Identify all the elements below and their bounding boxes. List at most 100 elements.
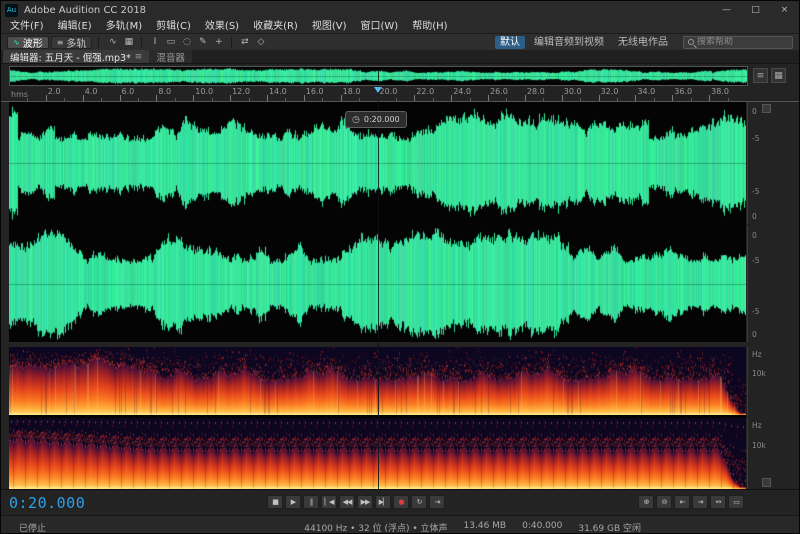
pause-button[interactable]: ‖ [303, 495, 319, 509]
show-waveform-icon[interactable]: ∿ [105, 36, 120, 49]
ruler-label: 24.0 [453, 87, 471, 96]
workspace-radio[interactable]: 无线电作品 [613, 36, 673, 49]
playhead-hud[interactable]: ◷ 0:20.000 [345, 111, 407, 128]
zoom-out-button[interactable]: ⊖ [656, 495, 672, 509]
ruler-label: 18.0 [342, 87, 361, 96]
zoom-in-button[interactable]: ⊕ [638, 495, 654, 509]
minor-tick [101, 98, 103, 101]
waveform-view-label: 波形 [22, 38, 43, 50]
ruler-label: 20.0 [379, 87, 398, 96]
minimize-button[interactable]: — [712, 1, 741, 19]
slip-tool[interactable]: ⇄ [237, 36, 252, 49]
minor-tick [211, 98, 213, 101]
minor-tick [359, 98, 361, 101]
razor-tool[interactable]: ◇ [253, 36, 268, 49]
amplitude-label: 0 [752, 230, 757, 240]
hud-time: 0:20.000 [363, 115, 400, 124]
workspace-edit-audio-to-video[interactable]: 编辑音频到视频 [529, 36, 609, 49]
minor-tick [64, 98, 66, 101]
search-input[interactable] [697, 37, 788, 47]
loop-playback-button[interactable]: ↻ [411, 495, 427, 509]
file-size: 13.46 MB [463, 521, 507, 531]
menu-item[interactable]: 文件(F) [3, 19, 51, 34]
record-button[interactable]: ● [393, 495, 409, 509]
waveform-view-button[interactable]: ∿ 波形 [7, 35, 49, 50]
major-tick: 26.0 [488, 87, 508, 101]
menu-item[interactable]: 效果(S) [198, 19, 246, 34]
skip-selection-button[interactable]: ⇥ [429, 495, 445, 509]
move-to-next-button[interactable]: ▶▏ [375, 495, 391, 509]
panel-menu-icon[interactable]: ≡ [135, 52, 143, 62]
zoom-selection-button[interactable]: ↔ [710, 495, 726, 509]
multitrack-view-button[interactable]: ≡ 多轨 [50, 35, 93, 50]
time-display[interactable]: 0:20.000 [9, 494, 85, 512]
minor-tick [727, 98, 729, 101]
zoom-full-button[interactable]: ▭ [728, 495, 744, 509]
major-tick: 6.0 [119, 87, 134, 101]
play-button[interactable]: ▶ [285, 495, 301, 509]
waveform-icon: ∿ [13, 37, 20, 47]
menu-item[interactable]: 窗口(W) [354, 19, 406, 34]
major-tick: 4.0 [82, 87, 97, 101]
amplitude-label: -5 [752, 256, 760, 266]
lasso-selection-tool[interactable]: ◌ [179, 36, 194, 49]
menu-item[interactable]: 帮助(H) [405, 19, 454, 34]
menu-item[interactable]: 剪辑(C) [149, 19, 198, 34]
multitrack-icon: ≡ [56, 37, 64, 47]
file-duration: 0:40.000 [522, 521, 563, 531]
editor-tab[interactable]: 编辑器: 五月天 - 倔强.mp3* ≡ [3, 50, 150, 64]
amplitude-label: 0 [752, 106, 757, 116]
time-selection-tool[interactable]: I [147, 36, 162, 49]
overview-grid-icon[interactable]: ▦ [771, 68, 786, 83]
zoom-in-point-button[interactable]: ⇤ [674, 495, 690, 509]
status-info-group: 44100 Hz • 32 位 (浮点) • 立体声 13.46 MB 0:40… [304, 521, 641, 533]
major-tick: 12.0 [230, 87, 250, 101]
amplitude-label: 0 [752, 211, 757, 221]
timeline-ruler[interactable]: hms 2.0 4.0 6.0 8.0 10.0 12.0 14.0 16.0 18.0 20.0… [1, 87, 799, 102]
rewind-button[interactable]: ◀◀ [339, 495, 355, 509]
amplitude-label: -5 [752, 133, 760, 143]
menu-item[interactable]: 编辑(E) [51, 19, 99, 34]
major-tick: 10.0 [193, 87, 213, 101]
move-to-previous-button[interactable]: ▏◀ [321, 495, 337, 509]
major-tick: 34.0 [635, 87, 655, 101]
paintbrush-selection-tool[interactable]: ✎ [195, 36, 210, 49]
workspace-default[interactable]: 默认 [495, 35, 525, 49]
ruler-label: 22.0 [416, 87, 435, 96]
playhead-marker[interactable] [374, 87, 382, 93]
ruler-label: 4.0 [84, 87, 98, 96]
overview-menu-icon[interactable]: ≡ [753, 68, 768, 83]
stop-button[interactable]: ■ [267, 495, 283, 509]
ruler-label: 34.0 [637, 87, 656, 96]
major-tick: 8.0 [156, 87, 171, 101]
mixer-tab[interactable]: 混音器 [149, 50, 192, 64]
menu-bar: 文件(F) 编辑(E) 多轨(M) 剪辑(C) 效果(S) 收藏夹(R) 视图(V) 窗口(W… [1, 19, 799, 34]
ruler-label: 2.0 [47, 87, 61, 96]
minor-tick [248, 98, 250, 101]
zoom-controls: ⊕ ⊖ ⇤ ⇥ ↔ ▭ [638, 495, 744, 509]
window-controls: — □ × [712, 1, 799, 19]
vertical-zoom-top-button[interactable] [762, 104, 771, 113]
fast-forward-button[interactable]: ▶▶ [357, 495, 373, 509]
multitrack-view-label: 多轨 [66, 38, 87, 50]
marquee-selection-tool[interactable]: ▭ [163, 36, 178, 49]
show-spectral-display-icon[interactable]: ▦ [121, 36, 136, 49]
major-tick: 24.0 [451, 87, 471, 101]
menu-item[interactable]: 多轨(M) [99, 19, 149, 34]
menu-item[interactable]: 收藏夹(R) [246, 19, 305, 34]
mixer-tab-label: 混音器 [156, 52, 185, 64]
ruler-label: 16.0 [305, 87, 324, 96]
maximize-button[interactable]: □ [741, 1, 770, 19]
playhead-line[interactable] [378, 87, 379, 489]
close-button[interactable]: × [770, 1, 799, 19]
frequency-ruler-ch1: Hz 10k [747, 347, 774, 415]
search-box[interactable] [683, 35, 793, 49]
toolbar-separator [141, 36, 143, 48]
major-tick: 18.0 [340, 87, 360, 101]
zoom-out-point-button[interactable]: ⇥ [692, 495, 708, 509]
menu-item[interactable]: 视图(V) [305, 19, 354, 34]
spot-healing-brush-tool[interactable]: + [211, 36, 226, 49]
minor-tick [395, 98, 397, 101]
overview-playhead [378, 67, 379, 85]
vertical-zoom-bottom-button[interactable] [762, 478, 771, 487]
